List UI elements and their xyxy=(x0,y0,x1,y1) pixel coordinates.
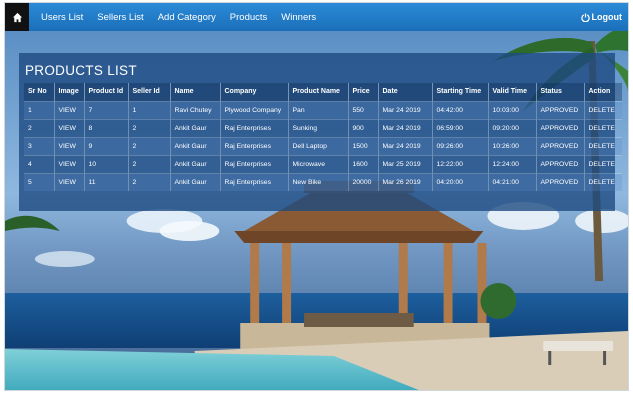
view-image-link[interactable]: VIEW xyxy=(54,136,85,155)
cell-seller-id: 2 xyxy=(128,172,171,191)
cell-valid-time: 09:20:00 xyxy=(488,118,537,137)
cell-valid-time: 10:26:00 xyxy=(488,136,537,155)
cell-sr-no: 2 xyxy=(24,118,55,137)
products-table: Sr No Image Product Id Seller Id Name Co… xyxy=(24,83,622,191)
home-button[interactable] xyxy=(5,3,29,31)
cell-product-name: New Bike xyxy=(288,172,349,191)
cell-seller-id: 1 xyxy=(128,100,171,119)
power-icon xyxy=(580,12,590,22)
app-window: Users List Sellers List Add Category Pro… xyxy=(4,2,629,391)
col-header-sr-no: Sr No xyxy=(24,83,55,101)
cell-company: Raj Enterprises xyxy=(220,118,289,137)
cell-seller-id: 2 xyxy=(128,118,171,137)
delete-link[interactable]: DELETE xyxy=(584,154,622,173)
cell-seller-id: 2 xyxy=(128,136,171,155)
table-row: 1 VIEW 7 1 Ravi Chutey Plywood Company P… xyxy=(24,100,622,119)
col-header-image: Image xyxy=(54,83,85,101)
nav-products[interactable]: Products xyxy=(230,12,268,23)
cell-starting-time: 06:59:00 xyxy=(432,118,489,137)
cell-name: Ankit Gaur xyxy=(170,154,221,173)
status-badge: APPROVED xyxy=(536,172,585,191)
nav-winners[interactable]: Winners xyxy=(281,12,316,23)
col-header-name: Name xyxy=(170,83,221,101)
col-header-date: Date xyxy=(378,83,433,101)
cell-sr-no: 5 xyxy=(24,172,55,191)
cell-date: Mar 26 2019 xyxy=(378,172,433,191)
cell-sr-no: 1 xyxy=(24,100,55,119)
status-badge: APPROVED xyxy=(536,100,585,119)
cell-valid-time: 12:24:00 xyxy=(488,154,537,173)
table-row: 2 VIEW 8 2 Ankit Gaur Raj Enterprises Su… xyxy=(24,118,622,137)
cell-product-name: Sunking xyxy=(288,118,349,137)
col-header-product-id: Product Id xyxy=(84,83,129,101)
cell-name: Ravi Chutey xyxy=(170,100,221,119)
delete-link[interactable]: DELETE xyxy=(584,136,622,155)
col-header-status: Status xyxy=(536,83,585,101)
cell-price: 20000 xyxy=(348,172,379,191)
cell-date: Mar 24 2019 xyxy=(378,118,433,137)
table-row: 5 VIEW 11 2 Ankit Gaur Raj Enterprises N… xyxy=(24,172,622,191)
status-badge: APPROVED xyxy=(536,118,585,137)
nav-sellers-list[interactable]: Sellers List xyxy=(97,12,143,23)
cell-starting-time: 12:22:00 xyxy=(432,154,489,173)
page-title: PRODUCTS LIST xyxy=(25,63,137,78)
cell-valid-time: 10:03:00 xyxy=(488,100,537,119)
cell-product-id: 7 xyxy=(84,100,129,119)
cell-price: 1500 xyxy=(348,136,379,155)
cell-sr-no: 3 xyxy=(24,136,55,155)
cell-company: Raj Enterprises xyxy=(220,154,289,173)
cell-product-name: Dell Laptop xyxy=(288,136,349,155)
delete-link[interactable]: DELETE xyxy=(584,118,622,137)
col-header-company: Company xyxy=(220,83,289,101)
cell-starting-time: 04:42:00 xyxy=(432,100,489,119)
cell-product-name: Pan xyxy=(288,100,349,119)
cell-starting-time: 09:26:00 xyxy=(432,136,489,155)
cell-company: Raj Enterprises xyxy=(220,172,289,191)
cell-product-name: Microwave xyxy=(288,154,349,173)
cell-product-id: 8 xyxy=(84,118,129,137)
view-image-link[interactable]: VIEW xyxy=(54,172,85,191)
cell-date: Mar 24 2019 xyxy=(378,100,433,119)
table-header-row: Sr No Image Product Id Seller Id Name Co… xyxy=(24,83,622,101)
products-panel: PRODUCTS LIST Sr No Image Product Id Sel… xyxy=(19,53,622,211)
logout-label: Logout xyxy=(591,12,623,22)
cell-product-id: 10 xyxy=(84,154,129,173)
cell-name: Ankit Gaur xyxy=(170,136,221,155)
cell-name: Ankit Gaur xyxy=(170,118,221,137)
table-row: 3 VIEW 9 2 Ankit Gaur Raj Enterprises De… xyxy=(24,136,622,155)
col-header-seller-id: Seller Id xyxy=(128,83,171,101)
delete-link[interactable]: DELETE xyxy=(584,172,622,191)
cell-company: Raj Enterprises xyxy=(220,136,289,155)
delete-link[interactable]: DELETE xyxy=(584,100,622,119)
cell-name: Ankit Gaur xyxy=(170,172,221,191)
status-badge: APPROVED xyxy=(536,136,585,155)
col-header-starting-time: Starting Time xyxy=(432,83,489,101)
cell-price: 1600 xyxy=(348,154,379,173)
cell-starting-time: 04:20:00 xyxy=(432,172,489,191)
cell-valid-time: 04:21:00 xyxy=(488,172,537,191)
col-header-valid-time: Valid Time xyxy=(488,83,537,101)
logout-button[interactable]: Logout xyxy=(580,12,623,22)
col-header-product-name: Product Name xyxy=(288,83,349,101)
home-icon xyxy=(12,12,22,22)
nav-add-category[interactable]: Add Category xyxy=(158,12,216,23)
cell-date: Mar 24 2019 xyxy=(378,136,433,155)
cell-price: 550 xyxy=(348,100,379,119)
cell-sr-no: 4 xyxy=(24,154,55,173)
cell-company: Plywood Company xyxy=(220,100,289,119)
cell-price: 900 xyxy=(348,118,379,137)
cell-date: Mar 25 2019 xyxy=(378,154,433,173)
col-header-action: Action xyxy=(584,83,622,101)
cell-product-id: 9 xyxy=(84,136,129,155)
view-image-link[interactable]: VIEW xyxy=(54,154,85,173)
view-image-link[interactable]: VIEW xyxy=(54,118,85,137)
col-header-price: Price xyxy=(348,83,379,101)
table-row: 4 VIEW 10 2 Ankit Gaur Raj Enterprises M… xyxy=(24,154,622,173)
navbar: Users List Sellers List Add Category Pro… xyxy=(5,3,628,31)
view-image-link[interactable]: VIEW xyxy=(54,100,85,119)
status-badge: APPROVED xyxy=(536,154,585,173)
cell-seller-id: 2 xyxy=(128,154,171,173)
cell-product-id: 11 xyxy=(84,172,129,191)
nav-users-list[interactable]: Users List xyxy=(41,12,83,23)
